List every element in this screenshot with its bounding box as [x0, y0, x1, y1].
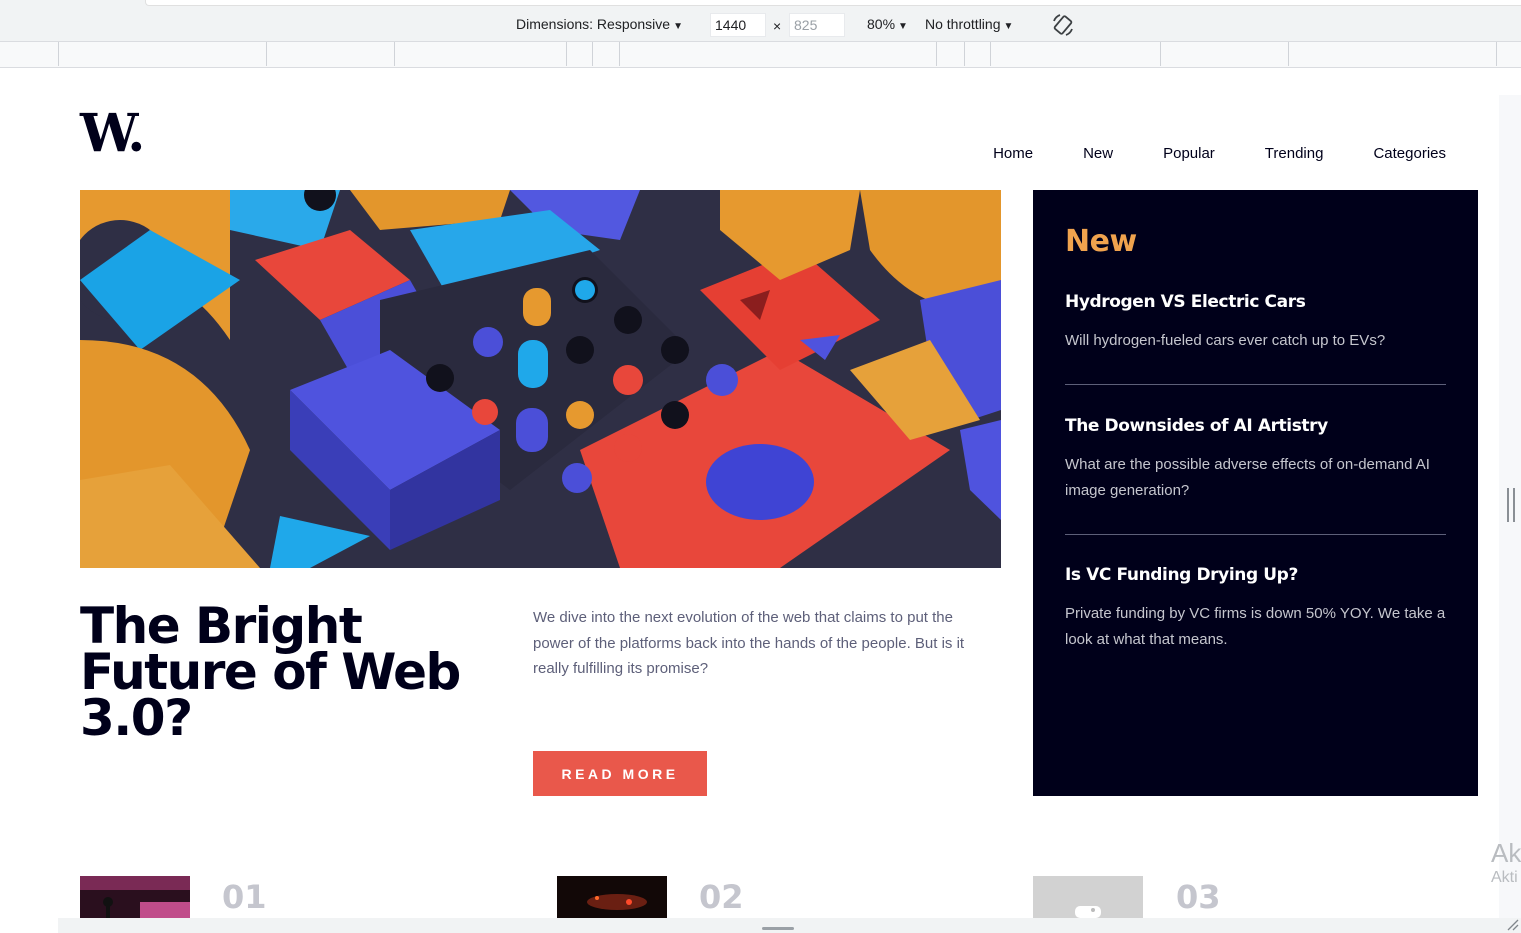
ruler-mark[interactable]	[964, 42, 965, 66]
nav-new[interactable]: New	[1083, 145, 1113, 162]
devtools-toolbar: Dimensions: Responsive▼ × 80%▼ No thrott…	[0, 0, 1521, 42]
ruler-mark[interactable]	[394, 42, 395, 66]
site-logo[interactable]: W.	[80, 106, 145, 162]
resize-corner-icon[interactable]	[1505, 917, 1519, 931]
news-item[interactable]: Hydrogen VS Electric Cars Will hydrogen-…	[1065, 292, 1447, 354]
abstract-blocks-illustration	[80, 190, 1001, 568]
main-nav: Home New Popular Trending Categories	[943, 145, 1446, 162]
new-panel-heading: New	[1065, 224, 1137, 259]
news-item-description: What are the possible adverse effects of…	[1065, 456, 1430, 499]
ruler-mark[interactable]	[1496, 42, 1497, 66]
width-input[interactable]	[710, 13, 766, 37]
ruler-mark[interactable]	[990, 42, 991, 66]
resize-handle[interactable]	[762, 927, 794, 930]
card-number: 01	[222, 878, 267, 916]
nav-home[interactable]: Home	[993, 145, 1033, 162]
news-item-title[interactable]: Is VC Funding Drying Up?	[1065, 565, 1447, 585]
ruler-mark[interactable]	[566, 42, 567, 66]
ruler-mark[interactable]	[1288, 42, 1289, 66]
chevron-down-icon: ▼	[1003, 21, 1014, 32]
divider	[1065, 534, 1446, 535]
rotate-icon[interactable]	[1051, 12, 1075, 38]
device-frame-bottom	[58, 918, 1521, 933]
throttling-dropdown[interactable]: No throttling ▼	[925, 16, 1013, 32]
card-thumbnail[interactable]	[80, 876, 190, 918]
height-input[interactable]	[789, 13, 845, 37]
news-item-description: Private funding by VC firms is down 50% …	[1065, 605, 1446, 648]
chevron-down-icon: ▼	[673, 21, 683, 32]
news-item[interactable]: The Downsides of AI Artistry What are th…	[1065, 416, 1447, 504]
dimensions-dropdown[interactable]: Dimensions: Responsive ▼	[516, 16, 683, 32]
times-sign: ×	[773, 18, 782, 34]
card-number: 03	[1176, 878, 1221, 916]
watermark-line: Ak	[1491, 838, 1521, 868]
zoom-label: 80%	[867, 16, 896, 32]
hero-title: The Bright Future of Web 3.0?	[80, 597, 461, 747]
ruler-mark[interactable]	[619, 42, 620, 66]
resize-handle[interactable]	[1507, 488, 1515, 522]
news-item-description: Will hydrogen-fueled cars ever catch up …	[1065, 332, 1386, 349]
watermark-line: Akti	[1491, 869, 1518, 886]
chevron-down-icon: ▼	[898, 21, 908, 32]
throttling-label: No throttling	[925, 16, 1001, 32]
dimensions-label: Dimensions: Responsive	[516, 16, 671, 32]
nav-popular[interactable]: Popular	[1163, 145, 1215, 162]
media-query-ruler	[0, 42, 1521, 68]
ruler-mark[interactable]	[936, 42, 937, 66]
hero-image	[80, 190, 1001, 568]
read-more-button[interactable]: READ MORE	[533, 751, 707, 796]
ruler-mark[interactable]	[266, 42, 267, 66]
ruler-mark[interactable]	[58, 42, 59, 66]
card-number: 02	[699, 878, 744, 916]
ruler-mark[interactable]	[1160, 42, 1161, 66]
nav-trending[interactable]: Trending	[1265, 145, 1324, 162]
browser-frame-edge	[145, 0, 1521, 6]
zoom-dropdown[interactable]: 80% ▼	[867, 16, 908, 32]
card-thumbnail[interactable]	[1033, 876, 1143, 918]
ruler-mark[interactable]	[592, 42, 593, 66]
news-item[interactable]: Is VC Funding Drying Up? Private funding…	[1065, 565, 1447, 653]
trending-cards-row: 01 02 03	[80, 876, 1480, 918]
news-item-title[interactable]: The Downsides of AI Artistry	[1065, 416, 1447, 436]
new-articles-panel: New Hydrogen VS Electric Cars Will hydro…	[1033, 190, 1478, 796]
nav-categories[interactable]: Categories	[1373, 145, 1446, 162]
card-thumbnail[interactable]	[557, 876, 667, 918]
divider	[1065, 384, 1446, 385]
activation-watermark: Ak Akti	[1491, 838, 1521, 888]
hero-description: We dive into the next evolution of the w…	[533, 609, 965, 677]
news-item-title[interactable]: Hydrogen VS Electric Cars	[1065, 292, 1447, 312]
